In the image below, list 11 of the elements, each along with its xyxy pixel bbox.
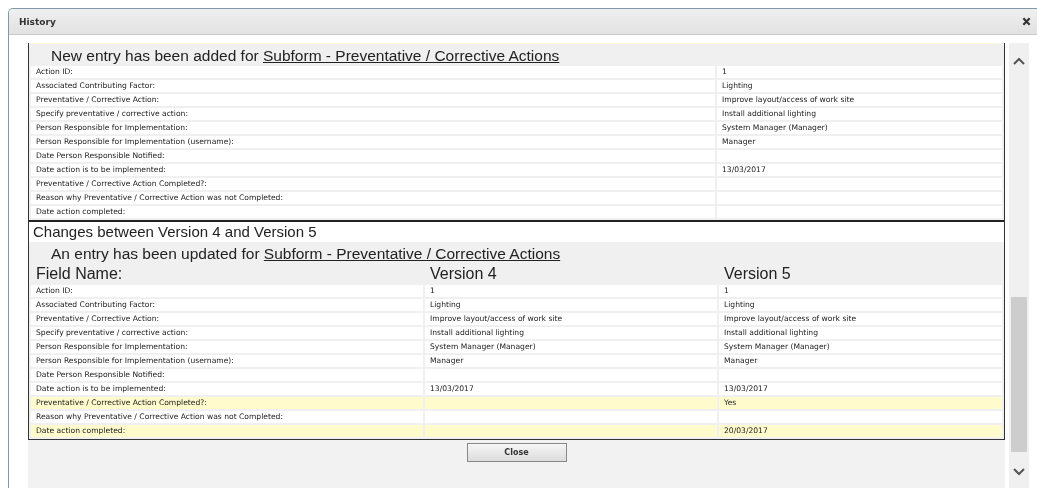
window-title: History <box>19 16 56 27</box>
subform-link[interactable]: Subform - Preventative / Corrective Actions <box>263 245 561 262</box>
close-icon[interactable] <box>1022 17 1031 26</box>
subform-link[interactable]: Subform - Preventative / Corrective Actions <box>262 47 560 64</box>
scrollbar-thumb[interactable] <box>1011 297 1027 453</box>
close-button[interactable]: Close <box>466 443 567 462</box>
entry-heading: New entry has been added for Subform - Preventative / Corrective Actions <box>51 46 561 65</box>
scrollbar[interactable] <box>1009 43 1029 488</box>
chevron-down-icon[interactable] <box>1013 468 1025 476</box>
entry-heading: An entry has been updated for Subform - Preventative / Corrective Actions <box>51 244 562 263</box>
chevron-up-icon[interactable] <box>1013 57 1025 65</box>
